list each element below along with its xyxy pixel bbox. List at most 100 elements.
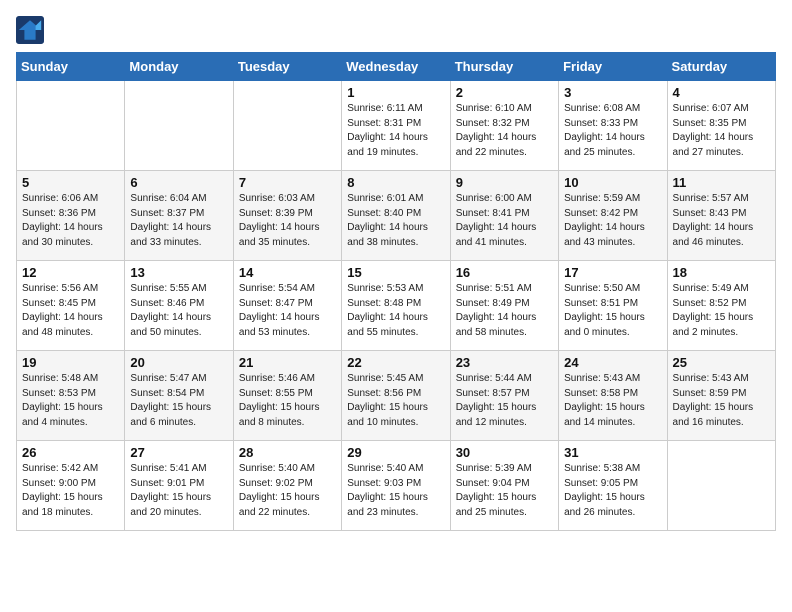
calendar-table: SundayMondayTuesdayWednesdayThursdayFrid… [16,52,776,531]
day-info: Sunrise: 5:49 AM Sunset: 8:52 PM Dayligh… [673,282,770,340]
calendar-cell: 31 Sunrise: 5:38 AM Sunset: 9:05 PM Dayli… [559,441,667,531]
calendar-cell: 18 Sunrise: 5:49 AM Sunset: 8:52 PM Dayli… [667,261,775,351]
day-info: Sunrise: 6:08 AM Sunset: 8:33 PM Dayligh… [564,102,661,160]
day-number: 22 [347,355,444,370]
day-number: 21 [239,355,336,370]
day-info: Sunrise: 5:45 AM Sunset: 8:56 PM Dayligh… [347,372,444,430]
calendar-cell: 10Sunrise: 5:59 AM Sunset: 8:42 PM Dayli… [559,171,667,261]
calendar-cell: 16 Sunrise: 5:51 AM Sunset: 8:49 PM Dayli… [450,261,558,351]
day-number: 24 [564,355,661,370]
calendar-cell [125,81,233,171]
calendar-week-row: 19 Sunrise: 5:48 AM Sunset: 8:53 PM Dayli… [17,351,776,441]
day-info: Sunrise: 5:50 AM Sunset: 8:51 PM Dayligh… [564,282,661,340]
calendar-cell: 29 Sunrise: 5:40 AM Sunset: 9:03 PM Dayli… [342,441,450,531]
calendar-cell: 8Sunrise: 6:01 AM Sunset: 8:40 PM Daylig… [342,171,450,261]
calendar-cell: 1 Sunrise: 6:11 AM Sunset: 8:31 PM Daylig… [342,81,450,171]
day-info: Sunrise: 5:59 AM Sunset: 8:42 PM Dayligh… [564,192,661,250]
day-number: 18 [673,265,770,280]
day-info: Sunrise: 5:56 AM Sunset: 8:45 PM Dayligh… [22,282,119,340]
day-info: Sunrise: 5:41 AM Sunset: 9:01 PM Dayligh… [130,462,227,520]
day-header-tuesday: Tuesday [233,53,341,81]
day-number: 19 [22,355,119,370]
calendar-cell: 24 Sunrise: 5:43 AM Sunset: 8:58 PM Dayli… [559,351,667,441]
day-number: 14 [239,265,336,280]
day-number: 4 [673,85,770,100]
day-info: Sunrise: 6:03 AM Sunset: 8:39 PM Dayligh… [239,192,336,250]
day-info: Sunrise: 5:57 AM Sunset: 8:43 PM Dayligh… [673,192,770,250]
calendar-cell: 17 Sunrise: 5:50 AM Sunset: 8:51 PM Dayli… [559,261,667,351]
calendar-cell: 20 Sunrise: 5:47 AM Sunset: 8:54 PM Dayli… [125,351,233,441]
day-header-sunday: Sunday [17,53,125,81]
day-info: Sunrise: 5:39 AM Sunset: 9:04 PM Dayligh… [456,462,553,520]
calendar-week-row: 5 Sunrise: 6:06 AM Sunset: 8:36 PM Daylig… [17,171,776,261]
calendar-cell: 9Sunrise: 6:00 AM Sunset: 8:41 PM Daylig… [450,171,558,261]
day-info: Sunrise: 5:40 AM Sunset: 9:03 PM Dayligh… [347,462,444,520]
day-info: Sunrise: 5:47 AM Sunset: 8:54 PM Dayligh… [130,372,227,430]
day-number: 20 [130,355,227,370]
day-info: Sunrise: 5:44 AM Sunset: 8:57 PM Dayligh… [456,372,553,430]
day-number: 26 [22,445,119,460]
day-number: 8 [347,175,444,190]
day-number: 11 [673,175,770,190]
calendar-cell: 4 Sunrise: 6:07 AM Sunset: 8:35 PM Daylig… [667,81,775,171]
day-number: 27 [130,445,227,460]
day-info: Sunrise: 5:51 AM Sunset: 8:49 PM Dayligh… [456,282,553,340]
day-header-thursday: Thursday [450,53,558,81]
day-header-wednesday: Wednesday [342,53,450,81]
calendar-header-row: SundayMondayTuesdayWednesdayThursdayFrid… [17,53,776,81]
day-number: 3 [564,85,661,100]
calendar-cell: 27 Sunrise: 5:41 AM Sunset: 9:01 PM Dayli… [125,441,233,531]
day-number: 12 [22,265,119,280]
day-info: Sunrise: 6:10 AM Sunset: 8:32 PM Dayligh… [456,102,553,160]
day-info: Sunrise: 5:43 AM Sunset: 8:59 PM Dayligh… [673,372,770,430]
day-number: 29 [347,445,444,460]
calendar-cell: 26Sunrise: 5:42 AM Sunset: 9:00 PM Dayli… [17,441,125,531]
day-number: 1 [347,85,444,100]
calendar-cell: 19 Sunrise: 5:48 AM Sunset: 8:53 PM Dayli… [17,351,125,441]
calendar-week-row: 26Sunrise: 5:42 AM Sunset: 9:00 PM Dayli… [17,441,776,531]
logo [16,16,48,44]
day-number: 5 [22,175,119,190]
day-info: Sunrise: 6:00 AM Sunset: 8:41 PM Dayligh… [456,192,553,250]
day-header-saturday: Saturday [667,53,775,81]
day-info: Sunrise: 6:07 AM Sunset: 8:35 PM Dayligh… [673,102,770,160]
day-info: Sunrise: 5:55 AM Sunset: 8:46 PM Dayligh… [130,282,227,340]
calendar-cell: 28 Sunrise: 5:40 AM Sunset: 9:02 PM Dayli… [233,441,341,531]
calendar-cell: 15 Sunrise: 5:53 AM Sunset: 8:48 PM Dayli… [342,261,450,351]
day-number: 17 [564,265,661,280]
day-number: 25 [673,355,770,370]
day-info: Sunrise: 5:54 AM Sunset: 8:47 PM Dayligh… [239,282,336,340]
calendar-cell: 11 Sunrise: 5:57 AM Sunset: 8:43 PM Dayli… [667,171,775,261]
logo-icon [16,16,44,44]
calendar-cell [233,81,341,171]
day-info: Sunrise: 6:04 AM Sunset: 8:37 PM Dayligh… [130,192,227,250]
day-header-friday: Friday [559,53,667,81]
calendar-cell: 23Sunrise: 5:44 AM Sunset: 8:57 PM Dayli… [450,351,558,441]
day-info: Sunrise: 5:53 AM Sunset: 8:48 PM Dayligh… [347,282,444,340]
day-number: 2 [456,85,553,100]
day-info: Sunrise: 5:43 AM Sunset: 8:58 PM Dayligh… [564,372,661,430]
day-number: 15 [347,265,444,280]
day-info: Sunrise: 5:40 AM Sunset: 9:02 PM Dayligh… [239,462,336,520]
day-info: Sunrise: 6:11 AM Sunset: 8:31 PM Dayligh… [347,102,444,160]
calendar-week-row: 1 Sunrise: 6:11 AM Sunset: 8:31 PM Daylig… [17,81,776,171]
calendar-cell: 25 Sunrise: 5:43 AM Sunset: 8:59 PM Dayli… [667,351,775,441]
calendar-cell: 30Sunrise: 5:39 AM Sunset: 9:04 PM Dayli… [450,441,558,531]
day-info: Sunrise: 5:48 AM Sunset: 8:53 PM Dayligh… [22,372,119,430]
day-info: Sunrise: 5:38 AM Sunset: 9:05 PM Dayligh… [564,462,661,520]
day-info: Sunrise: 5:46 AM Sunset: 8:55 PM Dayligh… [239,372,336,430]
day-number: 28 [239,445,336,460]
calendar-cell: 2 Sunrise: 6:10 AM Sunset: 8:32 PM Daylig… [450,81,558,171]
day-number: 13 [130,265,227,280]
day-header-monday: Monday [125,53,233,81]
day-number: 7 [239,175,336,190]
calendar-week-row: 12 Sunrise: 5:56 AM Sunset: 8:45 PM Dayli… [17,261,776,351]
day-number: 16 [456,265,553,280]
calendar-cell: 5 Sunrise: 6:06 AM Sunset: 8:36 PM Daylig… [17,171,125,261]
calendar-cell [667,441,775,531]
page-header [16,16,776,44]
day-number: 31 [564,445,661,460]
calendar-cell: 22 Sunrise: 5:45 AM Sunset: 8:56 PM Dayli… [342,351,450,441]
day-info: Sunrise: 6:06 AM Sunset: 8:36 PM Dayligh… [22,192,119,250]
calendar-cell: 6Sunrise: 6:04 AM Sunset: 8:37 PM Daylig… [125,171,233,261]
